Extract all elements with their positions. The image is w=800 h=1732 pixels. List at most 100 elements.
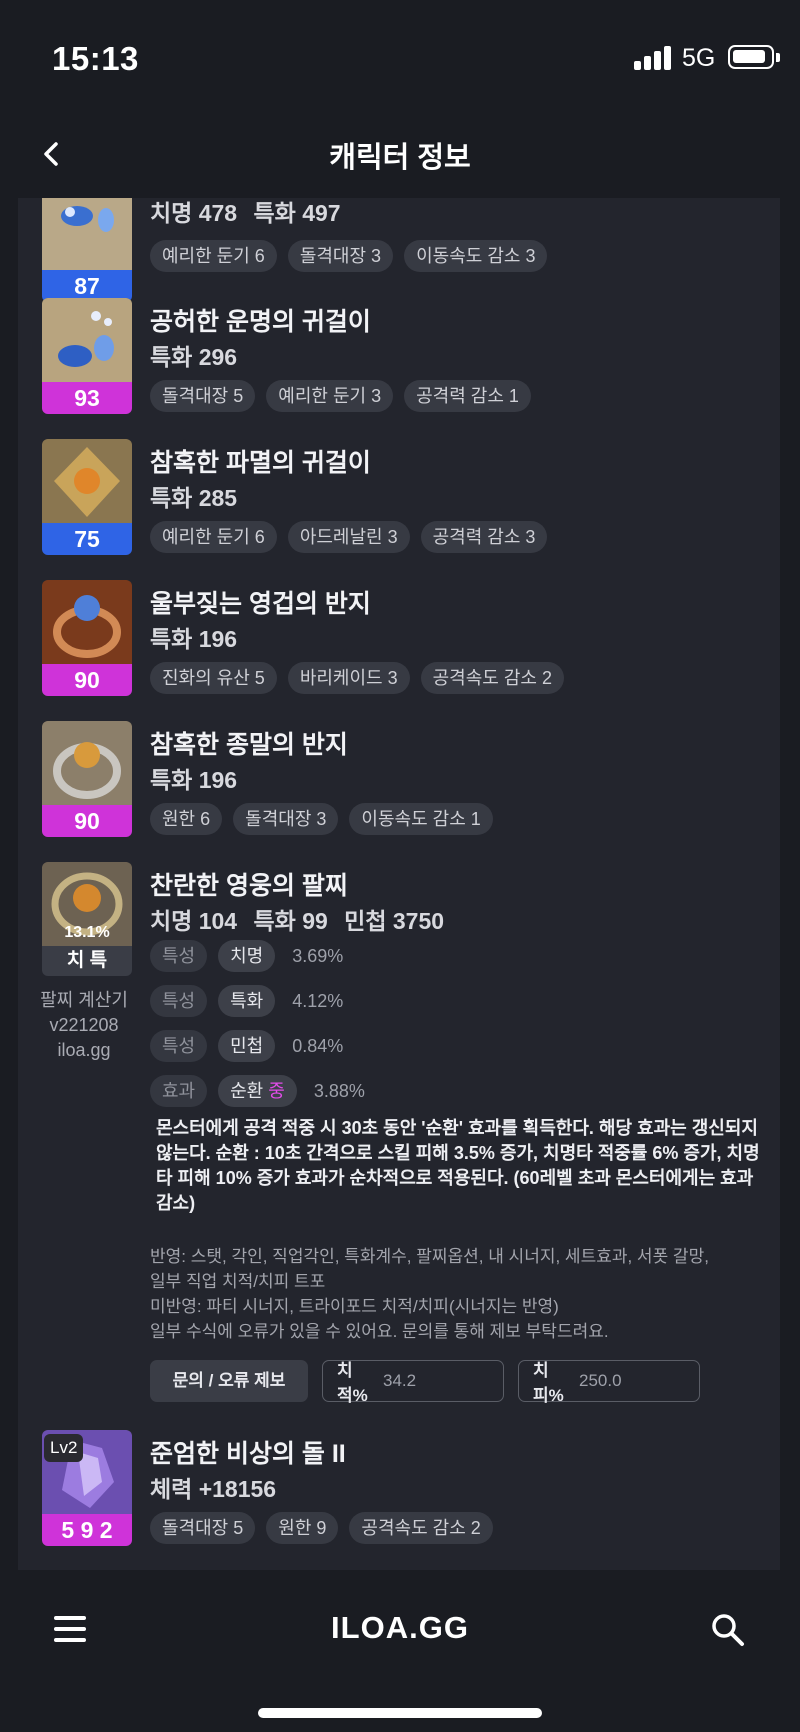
- trait-kind: 특성: [150, 985, 208, 1017]
- bracelet-percent: 13.1%: [64, 924, 110, 941]
- item-stat: 특화 285: [150, 485, 238, 511]
- engraving-tag: 이동속도 감소 1: [349, 803, 493, 835]
- engraving-tag: 진화의 유산 5: [150, 662, 277, 694]
- item-level: 90: [42, 805, 132, 837]
- crit-rate-field[interactable]: 치적%: [322, 1360, 504, 1405]
- engraving-tag: 돌격대장 3: [287, 240, 394, 272]
- trait-name: 특화: [218, 985, 276, 1017]
- trait-name: 치명: [218, 940, 276, 972]
- engraving-tag: 예리한 둔기 6: [150, 521, 277, 553]
- page-title: 캐릭터 정보: [329, 142, 471, 174]
- item-level: 75: [42, 523, 132, 555]
- engraving-tag: 돌격대장 5: [150, 380, 256, 412]
- item-stat: 체력 +18156: [150, 1476, 277, 1502]
- effect-value: 3.88%: [313, 1080, 365, 1101]
- crit-damage-field[interactable]: 치피%: [518, 1360, 700, 1405]
- trait-row: 특성 치명 3.69%: [150, 940, 343, 972]
- engraving-tag: 공격속도 감소 2: [349, 1512, 493, 1544]
- effect-description: 몬스터에게 공격 적중 시 30초 동안 '순환' 효과를 획득한다. 해당 효…: [156, 1118, 760, 1213]
- engraving-tag: 예리한 둔기 3: [266, 380, 394, 412]
- item-thumbnail: 90: [42, 580, 132, 696]
- trait-value: 3.69%: [292, 945, 344, 966]
- engraving-tag: 돌격대장 3: [233, 803, 339, 835]
- signal-icon: [634, 44, 674, 70]
- item-stat: 특화 196: [150, 626, 238, 652]
- effect-grade: 중: [268, 1081, 285, 1101]
- engraving-tag: 원한 9: [266, 1512, 339, 1544]
- battery-icon: [728, 45, 780, 69]
- engraving-tag: 바리케이드 3: [287, 662, 410, 694]
- ring-icon: [42, 721, 132, 805]
- status-time: 15:13: [52, 40, 139, 77]
- report-button[interactable]: 문의 / 오류 제보: [150, 1360, 308, 1402]
- calc-notes: 반영: 스탯, 각인, 직업각인, 특화계수, 팔찌옵션, 내 시너지, 세트효…: [150, 1244, 770, 1344]
- effect-name-text: 순환: [230, 1081, 264, 1101]
- bracelet-short-label: 치 특: [42, 946, 132, 976]
- item-level: 93: [42, 382, 132, 414]
- crit-damage-label: 치피%: [533, 1361, 564, 1405]
- item-stat: 민첩 3750: [344, 908, 445, 934]
- list-item[interactable]: Lv2 5 9 2 준엄한 비상의 돌 II 체력 +18156 돌격대장 5 …: [18, 1430, 780, 1560]
- engraving-tag: 공격력 감소 3: [420, 521, 548, 553]
- item-thumbnail: 75: [42, 439, 132, 555]
- crit-rate-label: 치적%: [337, 1361, 368, 1405]
- calculator-version: v221208: [49, 1015, 119, 1035]
- trait-value: 4.12%: [292, 990, 344, 1011]
- trait-row: 특성 민첩 0.84%: [150, 1030, 343, 1062]
- effect-row: 효과 순환 중 3.88%: [150, 1075, 365, 1107]
- engraving-tag: 공격력 감소 1: [404, 380, 531, 412]
- note-line: 반영: 스탯, 각인, 직업각인, 특화계수, 팔찌옵션, 내 시너지, 세트효…: [150, 1247, 709, 1266]
- network-label: 5G: [682, 44, 716, 72]
- engraving-tag: 아드레날린 3: [287, 521, 410, 553]
- trait-name: 민첩: [218, 1030, 276, 1062]
- earring-icon: [42, 439, 132, 523]
- item-stat: 치명 478: [150, 200, 238, 226]
- list-item[interactable]: 75 참혹한 파멸의 귀걸이 특화 285 예리한 둔기 6 아드레날린 3 공…: [18, 439, 780, 569]
- nav-bar: 캐릭터 정보: [0, 110, 800, 198]
- crit-damage-input[interactable]: [579, 1371, 679, 1391]
- bottom-bar: ILOA.GG: [0, 1570, 800, 1732]
- earring-icon: [42, 198, 132, 270]
- item-thumbnail: 93: [42, 298, 132, 414]
- effect-name: 순환 중: [218, 1075, 297, 1107]
- engraving-tag: 돌격대장 5: [150, 1512, 256, 1544]
- note-line: 미반영: 파티 시너지, 트라이포드 치적/치피(시너지는 반영): [150, 1297, 559, 1316]
- item-stat: 특화 296: [150, 344, 238, 370]
- stone-level-badge: Lv2: [44, 1434, 84, 1462]
- engraving-tag: 원한 6: [150, 803, 223, 835]
- trait-kind: 특성: [150, 1030, 208, 1062]
- item-stat: 특화 497: [253, 200, 341, 226]
- status-bar: 15:13 5G: [0, 0, 800, 110]
- item-name: 찬란한 영웅의 팔찌: [150, 872, 348, 900]
- item-stat: 특화 196: [150, 767, 238, 793]
- calculator-site: iloa.gg: [57, 1040, 111, 1060]
- earring-icon: [42, 298, 132, 382]
- logo[interactable]: ILOA.GG: [0, 1610, 800, 1646]
- item-name: 참혹한 파멸의 귀걸이: [150, 449, 371, 477]
- engraving-tag: 예리한 둔기 6: [150, 240, 277, 272]
- item-name: 준엄한 비상의 돌 II: [150, 1440, 346, 1468]
- note-line: 일부 직업 치적/치피 트포: [150, 1272, 326, 1291]
- trait-row: 특성 특화 4.12%: [150, 985, 343, 1017]
- item-level: 5 9 2: [42, 1514, 132, 1546]
- effect-kind: 효과: [150, 1075, 208, 1107]
- trait-kind: 특성: [150, 940, 208, 972]
- list-item[interactable]: 90 울부짖는 영겁의 반지 특화 196 진화의 유산 5 바리케이드 3 공…: [18, 580, 780, 710]
- item-name: 공허한 운명의 귀걸이: [150, 308, 371, 336]
- item-thumbnail: Lv2 5 9 2: [42, 1430, 132, 1546]
- item-thumbnail: 90: [42, 721, 132, 837]
- note-line: 일부 수식에 오류가 있을 수 있어요. 문의를 통해 제보 부탁드려요.: [150, 1322, 609, 1341]
- calculator-title: 팔찌 계산기: [40, 990, 128, 1010]
- trait-value: 0.84%: [292, 1035, 344, 1056]
- list-item[interactable]: 87 치명 478 특화 497 예리한 둔기 6 돌격대장 3 이동속도 감소…: [18, 198, 780, 302]
- engraving-tag: 공격속도 감소 2: [420, 662, 564, 694]
- item-name: 참혹한 종말의 반지: [150, 731, 348, 759]
- list-item[interactable]: 90 참혹한 종말의 반지 특화 196 원한 6 돌격대장 3 이동속도 감소…: [18, 721, 780, 851]
- item-stat: 특화 99: [253, 908, 328, 934]
- search-icon[interactable]: [710, 1612, 746, 1648]
- item-level: 90: [42, 664, 132, 696]
- item-thumbnail: 87: [42, 198, 132, 302]
- crit-rate-input[interactable]: [383, 1371, 483, 1391]
- list-item[interactable]: 93 공허한 운명의 귀걸이 특화 296 돌격대장 5 예리한 둔기 3 공격…: [18, 298, 780, 428]
- engraving-tag: 이동속도 감소 3: [404, 240, 548, 272]
